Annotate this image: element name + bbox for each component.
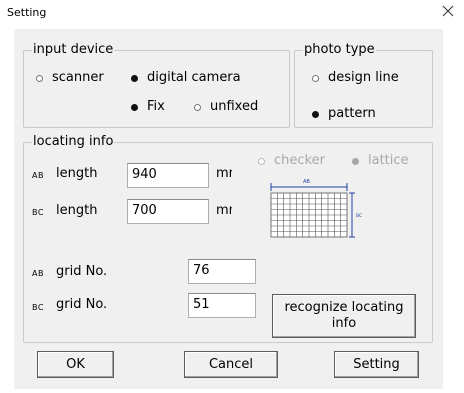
checker-label: checker xyxy=(274,153,325,168)
bc-length-tag: BC xyxy=(32,208,44,217)
cancel-button[interactable]: Cancel xyxy=(184,351,278,378)
locating-info-legend: locating info xyxy=(32,133,115,150)
fix-radio[interactable]: Fix xyxy=(131,99,165,115)
lattice-label: lattice xyxy=(368,153,409,168)
fix-label: Fix xyxy=(147,99,165,114)
digital-camera-radio-dot xyxy=(131,74,138,82)
ab-grid-label: grid No. xyxy=(56,264,108,279)
design-line-radio[interactable]: design line xyxy=(312,70,399,86)
window-title: Setting xyxy=(7,6,47,19)
ab-length-unit: mm xyxy=(216,166,232,181)
bc-length-unit: mm xyxy=(216,203,232,218)
bc-grid-label: grid No. xyxy=(56,297,108,312)
lattice-radio[interactable]: lattice xyxy=(352,153,409,169)
dialog-body: input device scanner digital camera Fix … xyxy=(14,29,443,389)
unfixed-radio[interactable]: unfixed xyxy=(194,99,258,115)
bc-dimension-line xyxy=(349,192,355,238)
ok-button[interactable]: OK xyxy=(37,351,114,378)
pattern-radio-dot xyxy=(312,110,319,118)
lattice-grid xyxy=(270,192,348,238)
ab-length-label: length xyxy=(56,166,98,181)
input-device-legend: input device xyxy=(32,41,115,58)
checker-radio-dot xyxy=(258,157,265,165)
design-line-label: design line xyxy=(328,70,399,85)
diagram-bc-label: BC xyxy=(356,213,362,219)
ab-length-tag: AB xyxy=(32,171,44,180)
setting-button[interactable]: Setting xyxy=(334,351,419,378)
ab-grid-tag: AB xyxy=(32,269,44,278)
input-device-group: input device xyxy=(23,41,290,128)
close-icon[interactable] xyxy=(438,2,458,20)
pattern-label: pattern xyxy=(328,106,376,121)
lattice-radio-dot xyxy=(352,157,359,165)
unfixed-radio-dot xyxy=(194,103,201,111)
bc-grid-input[interactable]: 51 xyxy=(188,293,256,318)
bc-length-input[interactable]: 700 xyxy=(127,199,209,224)
scanner-radio[interactable]: scanner xyxy=(36,70,104,86)
recognize-locating-info-button[interactable]: recognize locating info xyxy=(272,294,416,338)
scanner-radio-dot xyxy=(36,74,43,82)
photo-type-legend: photo type xyxy=(303,41,376,58)
diagram-ab-label: AB xyxy=(303,179,310,185)
pattern-radio[interactable]: pattern xyxy=(312,106,376,122)
fix-radio-dot xyxy=(131,103,138,111)
checker-radio[interactable]: checker xyxy=(258,153,325,169)
unfixed-label: unfixed xyxy=(210,99,259,114)
scanner-label: scanner xyxy=(52,70,104,85)
bc-length-label: length xyxy=(56,203,98,218)
ab-length-input[interactable]: 940 xyxy=(127,163,209,188)
digital-camera-radio[interactable]: digital camera xyxy=(131,70,241,86)
digital-camera-label: digital camera xyxy=(147,70,241,85)
bc-grid-tag: BC xyxy=(32,303,44,312)
lattice-diagram: AB BC xyxy=(270,179,362,238)
design-line-radio-dot xyxy=(312,74,319,82)
ab-grid-input[interactable]: 76 xyxy=(188,259,256,284)
